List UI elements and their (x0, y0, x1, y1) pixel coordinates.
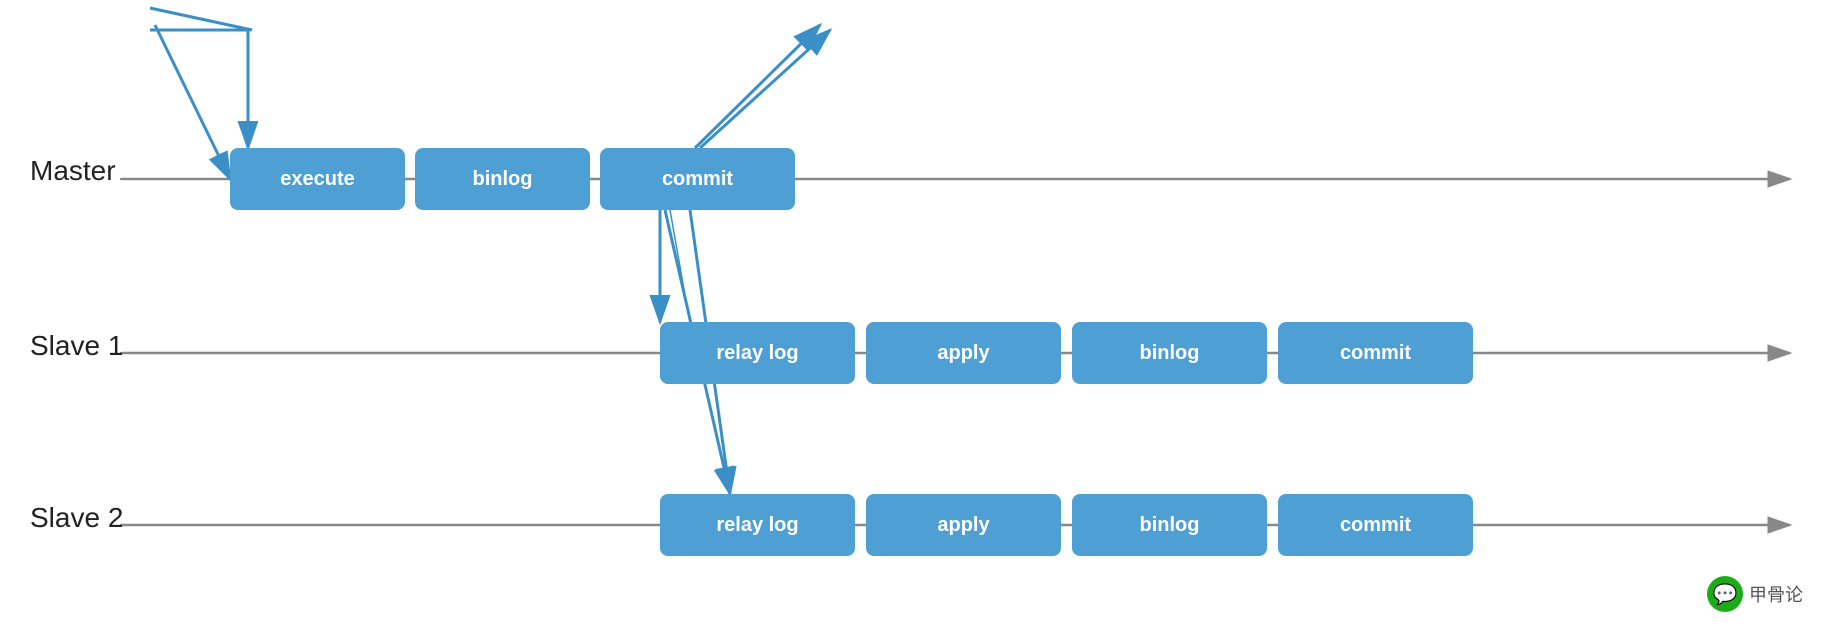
box-slave1-apply: apply (866, 322, 1061, 384)
box-slave2-relay-log: relay log (660, 494, 855, 556)
box-master-commit: commit (600, 148, 795, 210)
label-master: Master (30, 155, 116, 187)
label-slave2: Slave 2 (30, 502, 123, 534)
watermark-icon: 💬 (1707, 576, 1743, 612)
label-slave1: Slave 1 (30, 330, 123, 362)
box-slave2-apply: apply (866, 494, 1061, 556)
box-slave2-commit: commit (1278, 494, 1473, 556)
watermark: 💬 甲骨论 (1707, 576, 1803, 612)
box-slave1-relay-log: relay log (660, 322, 855, 384)
watermark-text: 甲骨论 (1749, 581, 1803, 607)
box-slave2-binlog: binlog (1072, 494, 1267, 556)
box-slave1-commit: commit (1278, 322, 1473, 384)
diagram: MasterexecutebinlogcommitSlave 1relay lo… (0, 0, 1821, 630)
box-master-execute: execute (230, 148, 405, 210)
box-slave1-binlog: binlog (1072, 322, 1267, 384)
box-master-binlog: binlog (415, 148, 590, 210)
